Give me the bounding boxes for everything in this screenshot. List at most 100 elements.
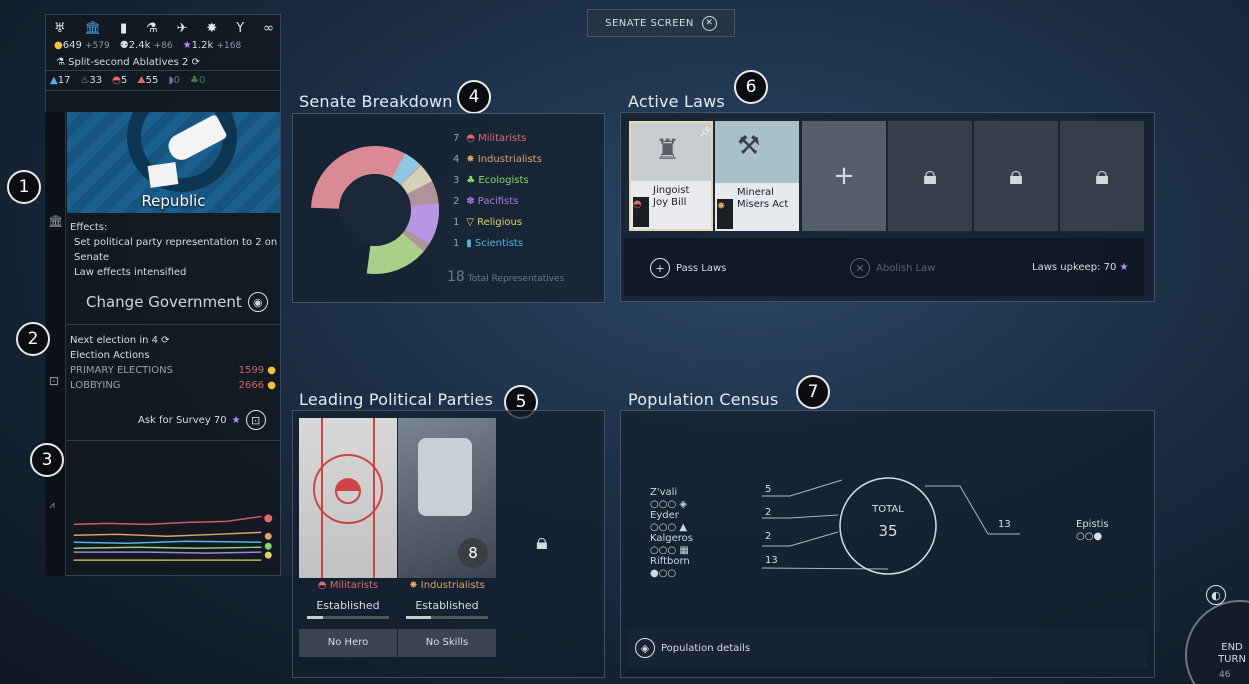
militarists-marker <box>264 514 273 523</box>
pop-resource: ⚉2.4k +86 <box>119 40 173 51</box>
election-actions-title: Election Actions <box>70 350 150 361</box>
pass-laws-button[interactable]: + Pass Laws <box>650 258 726 278</box>
ask-survey-button[interactable]: Ask for Survey 70 ★ ⊡ <box>138 410 266 430</box>
next-election: Next election in 4 ⟳ <box>70 335 170 346</box>
leaf-icon: ♣ <box>190 75 200 86</box>
star-icon: ★ <box>182 40 192 51</box>
stat-military: ◓5 <box>112 75 128 86</box>
race-riftborn[interactable]: Riftborn ●○○ <box>650 556 693 579</box>
flask-icon: ⚗︎ <box>56 57 65 68</box>
race-list: Z'vali ○○○ ◈ Eyder ○○○ ▲ Kalgeros ○○○ ▦ Rif… <box>650 487 693 579</box>
senate-section-icon: 🏛︎ <box>48 214 64 228</box>
influence-icon[interactable]: ✸ <box>206 21 217 36</box>
stat-industry: ♨33 <box>80 75 103 86</box>
locked-law-slot: 🔒︎ <box>1060 121 1144 231</box>
lobbying-action[interactable]: LOBBYING 2666 ● <box>70 378 276 393</box>
party-industrialists-portrait[interactable]: 8 <box>398 418 496 578</box>
approval-stats: ▲17 ♨33 ◓5 ⛰55 ◗0 ♣0 <box>46 70 280 91</box>
ballot-section-icon: ⊡ <box>49 374 60 388</box>
helmet-icon: ◓ <box>112 75 121 86</box>
ballot-icon: ⊡ <box>245 410 266 430</box>
no-skills-slot[interactable]: No Skills <box>398 629 496 657</box>
militarists-tag: ◓ <box>633 197 649 227</box>
party-militarists-banner[interactable]: ◓ <box>299 418 397 578</box>
militarists-line <box>73 515 262 526</box>
race-kalgeros[interactable]: Kalgeros ○○○ ▦ <box>650 533 693 556</box>
total-representatives: 18 Total Representatives <box>447 269 565 285</box>
dust-icon: ● <box>267 380 276 391</box>
pacifists-marker <box>264 551 272 559</box>
population-details-button[interactable]: ◈ Population details <box>627 628 1147 668</box>
race-epistis[interactable]: Epistis ○○● <box>1076 519 1109 542</box>
lock-icon: 🔒︎ <box>923 160 937 191</box>
party-industrialists-info: ✸ Industrialists Established No Skills <box>398 580 496 657</box>
government-name: Republic <box>141 192 206 210</box>
senate-legend: 7 ◓ Militarists 4 ✸ Industrialists 3 ♣ E… <box>453 128 542 254</box>
no-hero-slot[interactable]: No Hero <box>299 629 397 657</box>
primary-elections-action[interactable]: PRIMARY ELECTIONS 1599 ● <box>70 363 276 378</box>
stat-pacifists: ◗0 <box>168 75 181 86</box>
law-emblem-icon: ⚒ <box>737 131 761 161</box>
close-icon[interactable]: ✕ <box>701 15 717 31</box>
laws-upkeep: Laws upkeep: 70 ★ <box>1032 262 1129 273</box>
senate-icon[interactable]: 🏛︎ <box>85 21 102 36</box>
robot-figure <box>418 438 472 516</box>
effect-law: Law effects intensified <box>74 267 187 278</box>
badge-6: 6 <box>734 70 768 104</box>
locked-law-slot: 🔒︎ <box>888 121 972 231</box>
active-laws-title: Active Laws <box>628 92 725 111</box>
donut-hole <box>340 175 410 245</box>
turns-icon: ⟳ <box>161 335 170 346</box>
pin-icon[interactable]: 📌︎ <box>699 127 712 138</box>
legend-militarists: 7 ◓ Militarists <box>453 133 527 144</box>
screen-title: SENATE SCREEN <box>605 17 694 29</box>
stat-approval: ⛰55 <box>137 75 159 86</box>
legend-industrialists: 4 ✸ Industrialists <box>453 154 542 165</box>
military-icon[interactable]: ♅ <box>54 21 66 36</box>
eyder-count: 2 <box>765 507 772 518</box>
helmet-icon: ◓ <box>313 454 383 524</box>
abolish-law-button[interactable]: ✕ Abolish Law <box>850 258 935 278</box>
law-mineral-misers-act[interactable]: ⚒ Mineral Misers Act ✸ <box>715 121 799 231</box>
end-turn-button[interactable]: END TURN 46 <box>1185 600 1249 684</box>
ecologists-line <box>73 546 262 549</box>
resources-row: ●649 +579 ⚉2.4k +86 ★1.2k +168 <box>46 36 280 55</box>
party-militarists-progress <box>307 616 324 619</box>
science-icon[interactable]: ⚗︎ <box>146 21 158 36</box>
census-total-label: TOTAL <box>872 504 904 515</box>
elections-section: Next election in 4 ⟳ Election Actions PR… <box>67 324 280 393</box>
government-effects: Effects: Set political party representat… <box>70 220 278 280</box>
trophy-icon[interactable]: Y <box>236 21 244 36</box>
star-icon: ★ <box>1119 262 1129 273</box>
race-eyder[interactable]: Eyder ○○○ ▲ <box>650 510 693 533</box>
kalgeros-count: 2 <box>765 531 772 542</box>
diplomacy-icon[interactable]: ∞ <box>263 21 274 36</box>
expand-icon[interactable]: ◐ <box>1206 585 1226 605</box>
senate-donut <box>311 145 439 274</box>
approval-graph <box>67 440 280 561</box>
industrialists-tag: ✸ <box>717 199 733 229</box>
senate-screen-tab: SENATE SCREEN ✕ <box>587 9 735 37</box>
expansion-icon[interactable]: ✈︎ <box>177 21 188 36</box>
law-emblem-icon: ♜ <box>655 133 681 166</box>
race-zvali[interactable]: Z'vali ○○○ ◈ <box>650 487 693 510</box>
turn-counter: 46 <box>1219 670 1231 680</box>
lock-icon: 🔒︎ <box>1009 160 1023 191</box>
legend-scientists: 1 ▮ Scientists <box>453 238 524 249</box>
ballot-card <box>147 162 179 188</box>
law-jingoist-joy-bill[interactable]: ♜ 📌︎ Jingoist Joy Bill ◓ <box>629 121 713 231</box>
epistis-count: 13 <box>998 519 1011 530</box>
pacifists-line <box>73 551 262 554</box>
industry-icon[interactable]: ▮ <box>120 21 127 36</box>
end-turn-label: END TURN <box>1218 642 1246 665</box>
legend-pacifists: 2 ✽ Pacifists <box>453 196 519 207</box>
current-research[interactable]: ⚗︎ Split-second Ablatives 2 ⟳ <box>46 55 280 70</box>
population-icon: ⚉ <box>119 40 129 51</box>
zvali-count: 5 <box>765 484 772 495</box>
ecologists-marker <box>264 542 272 550</box>
badge-1: 1 <box>7 170 41 204</box>
helmet-icon: ◓ <box>317 580 327 591</box>
add-law-slot[interactable]: + <box>802 121 886 231</box>
change-government-button[interactable]: Change Government ◉ <box>86 292 268 312</box>
gear-icon: ✸ <box>409 580 418 591</box>
